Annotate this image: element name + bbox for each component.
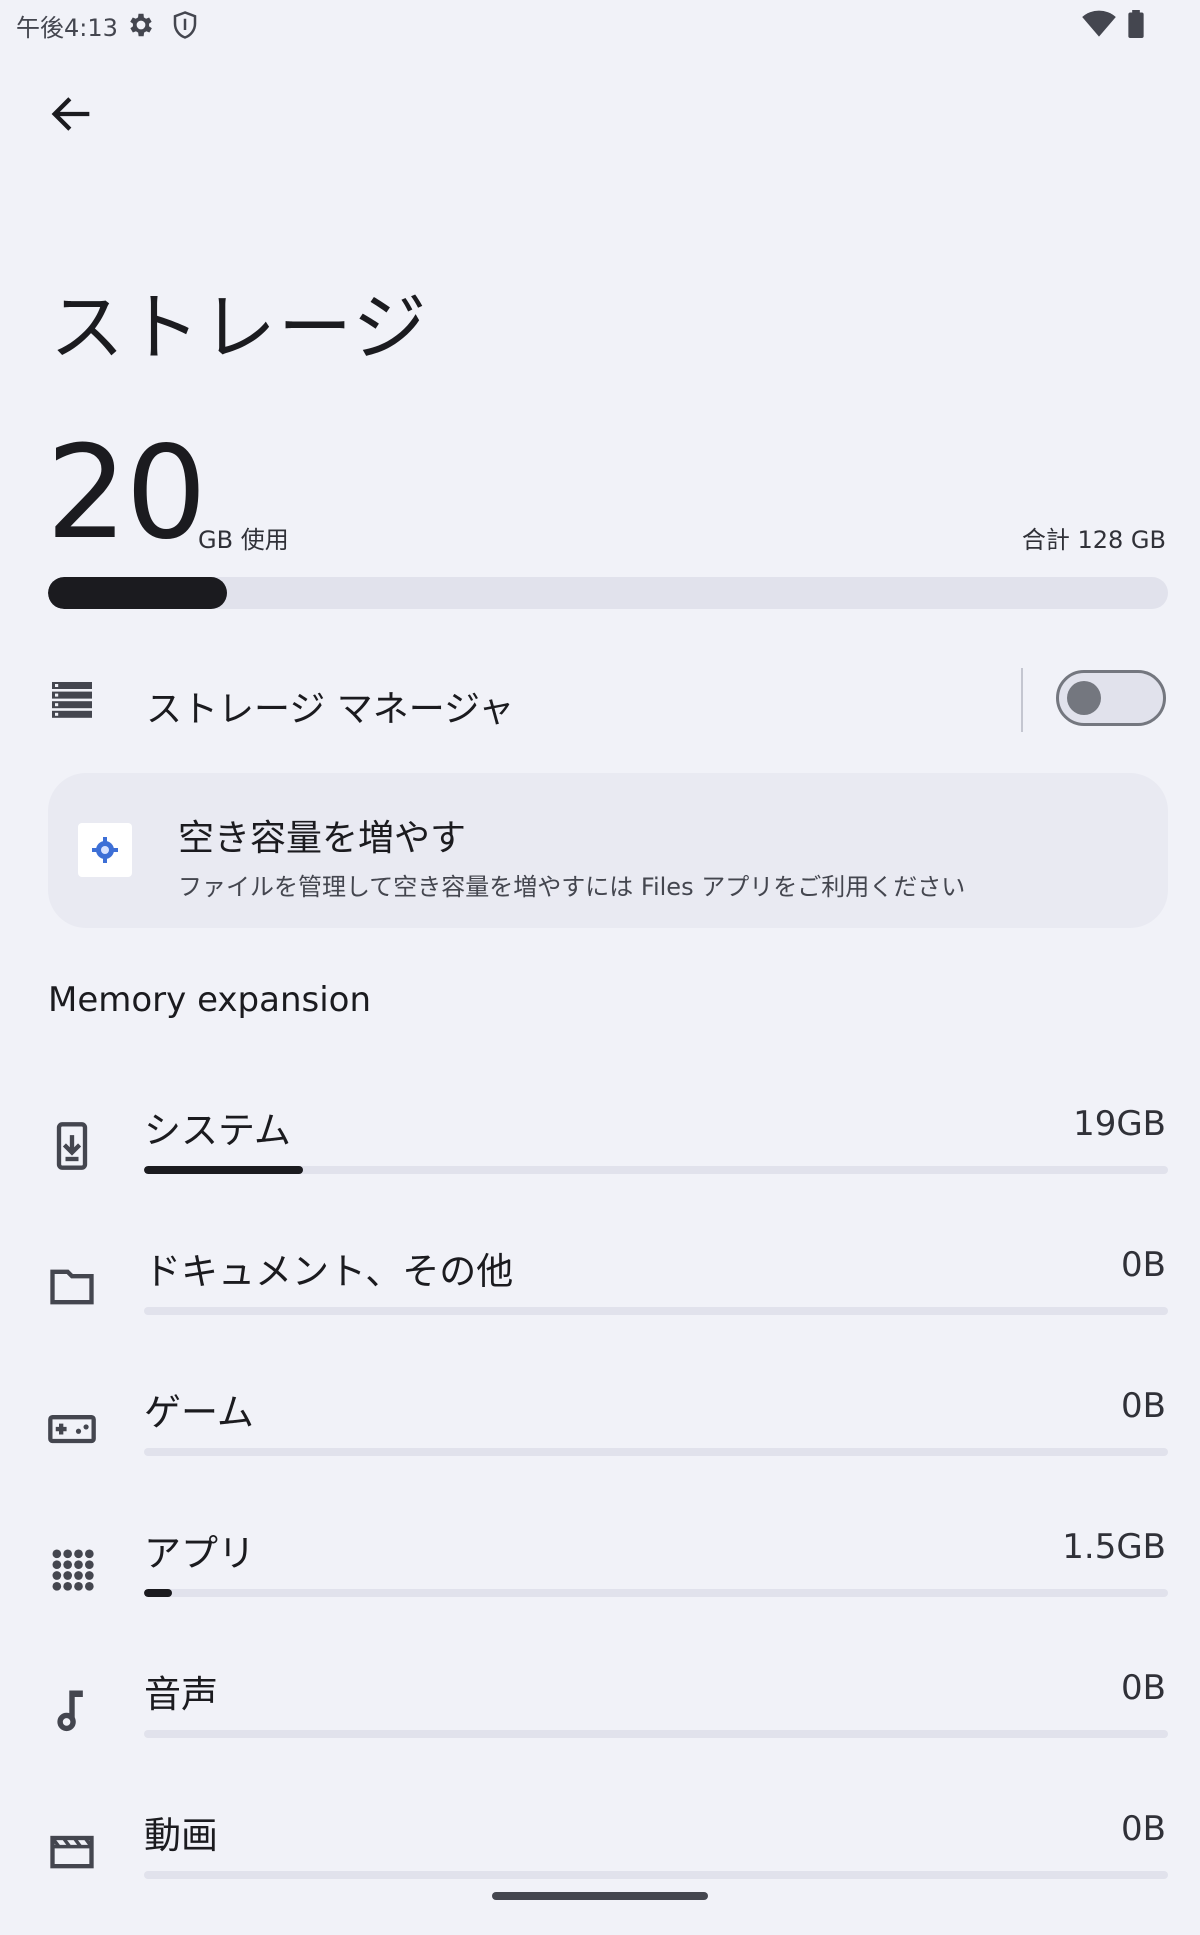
category-label: ドキュメント、その他 [144, 1250, 514, 1293]
category-label: 動画 [144, 1814, 218, 1857]
used-unit: GB 使用 [198, 526, 289, 554]
gesture-nav-handle[interactable] [492, 1892, 708, 1900]
usage-progress-fill [48, 577, 228, 609]
storage-list-icon [52, 682, 92, 718]
storage-manager-label: ストレージ マネージャ [146, 689, 515, 730]
storage-manager-row[interactable]: ストレージ マネージャ [0, 660, 1200, 740]
toggle-knob [1067, 681, 1101, 715]
status-bar: 午後4:13 [0, 0, 1200, 50]
folder-icon [50, 1269, 94, 1305]
shield-icon [173, 11, 197, 39]
section-header: Memory expansion [48, 980, 371, 1020]
apps-grid-icon [52, 1549, 94, 1591]
category-label: ゲーム [144, 1391, 254, 1434]
free-up-space-subtitle: ファイルを管理して空き容量を増やすには Files アプリをご利用ください [178, 873, 966, 901]
category-progress-bar [144, 1871, 1168, 1879]
category-row-audio[interactable]: 音声 0B [0, 1654, 1200, 1794]
music-note-icon [57, 1690, 83, 1732]
free-up-space-card[interactable]: 空き容量を増やす ファイルを管理して空き容量を増やすには Files アプリをご… [48, 773, 1168, 928]
category-size: 0B [1121, 1668, 1166, 1708]
category-row-video[interactable]: 動画 0B [0, 1795, 1200, 1935]
system-update-icon [56, 1122, 88, 1170]
divider [1021, 668, 1023, 732]
category-size: 19GB [1073, 1104, 1166, 1144]
category-row-system[interactable]: システム 19GB [0, 1090, 1200, 1230]
status-time: 午後4:13 [16, 14, 118, 42]
total-capacity: 合計 128 GB [1021, 526, 1166, 554]
storage-manager-toggle[interactable] [1056, 670, 1166, 726]
category-row-apps[interactable]: アプリ 1.5GB [0, 1513, 1200, 1653]
category-progress-fill [144, 1166, 303, 1174]
category-label: アプリ [144, 1532, 255, 1575]
used-value: 20 [46, 419, 207, 568]
wifi-icon [1082, 10, 1116, 37]
category-size: 0B [1121, 1809, 1166, 1849]
category-label: 音声 [144, 1673, 218, 1716]
category-label: システム [144, 1109, 291, 1152]
usage-progress-bar [48, 577, 1168, 609]
category-size: 0B [1121, 1245, 1166, 1285]
category-row-games[interactable]: ゲーム 0B [0, 1372, 1200, 1512]
gear-icon [130, 13, 152, 37]
battery-icon [1128, 10, 1144, 38]
category-progress-bar [144, 1166, 1168, 1174]
page-title: ストレージ [50, 285, 429, 371]
category-progress-bar [144, 1448, 1168, 1456]
category-size: 1.5GB [1062, 1527, 1166, 1567]
gamepad-icon [48, 1415, 96, 1444]
category-row-documents[interactable]: ドキュメント、その他 0B [0, 1231, 1200, 1371]
files-app-icon [78, 823, 132, 877]
arrow-back-icon[interactable] [46, 88, 98, 140]
category-progress-bar [144, 1307, 1168, 1315]
category-progress-bar [144, 1730, 1168, 1738]
movie-icon [50, 1835, 94, 1869]
category-progress-bar [144, 1589, 1168, 1597]
category-progress-fill [144, 1589, 172, 1597]
category-size: 0B [1121, 1386, 1166, 1426]
free-up-space-title: 空き容量を増やす [178, 818, 467, 859]
